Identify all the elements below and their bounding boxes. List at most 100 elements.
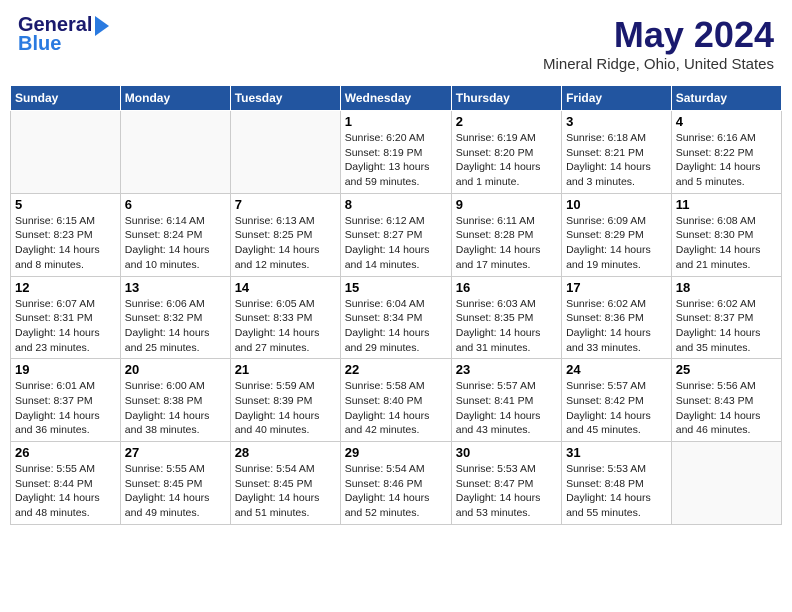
weekday-header-wednesday: Wednesday — [340, 86, 451, 111]
day-number: 12 — [15, 280, 116, 295]
calendar-cell: 12 Sunrise: 6:07 AMSunset: 8:31 PMDayligh… — [11, 276, 121, 359]
calendar-cell: 22Sunrise: 5:58 AMSunset: 8:40 PMDayligh… — [340, 359, 451, 442]
day-info: Sunrise: 6:02 AMSunset: 8:36 PMDaylight:… — [566, 297, 667, 356]
title-area: May 2024 Mineral Ridge, Ohio, United Sta… — [543, 14, 774, 73]
day-number: 3 — [566, 114, 667, 129]
weekday-header-saturday: Saturday — [671, 86, 781, 111]
calendar-cell — [230, 111, 340, 194]
calendar-cell: 2Sunrise: 6:19 AMSunset: 8:20 PMDaylight… — [451, 111, 561, 194]
calendar-week-row: 12 Sunrise: 6:07 AMSunset: 8:31 PMDayligh… — [11, 276, 782, 359]
day-info: Sunrise: 5:55 AMSunset: 8:45 PMDaylight:… — [125, 462, 226, 521]
day-number: 10 — [566, 197, 667, 212]
day-number: 8 — [345, 197, 447, 212]
calendar-cell: 16 Sunrise: 6:03 AMSunset: 8:35 PMDayligh… — [451, 276, 561, 359]
calendar-week-row: 5Sunrise: 6:15 AMSunset: 8:23 PMDaylight… — [11, 193, 782, 276]
day-number: 6 — [125, 197, 226, 212]
calendar-cell: 25 Sunrise: 5:56 AMSunset: 8:43 PMDayligh… — [671, 359, 781, 442]
day-number: 20 — [125, 362, 226, 377]
day-number: 25 — [676, 362, 777, 377]
day-info: Sunrise: 5:53 AMSunset: 8:48 PMDaylight:… — [566, 462, 667, 521]
day-info: Sunrise: 6:00 AMSunset: 8:38 PMDaylight:… — [125, 379, 226, 438]
calendar-header-row: SundayMondayTuesdayWednesdayThursdayFrid… — [11, 86, 782, 111]
day-info: Sunrise: 6:20 AMSunset: 8:19 PMDaylight:… — [345, 131, 447, 190]
calendar-cell: 9 Sunrise: 6:11 AMSunset: 8:28 PMDaylight… — [451, 193, 561, 276]
calendar-cell: 28 Sunrise: 5:54 AMSunset: 8:45 PMDayligh… — [230, 442, 340, 525]
day-info: Sunrise: 6:13 AMSunset: 8:25 PMDaylight:… — [235, 214, 336, 273]
page-header: General Blue May 2024 Mineral Ridge, Ohi… — [10, 10, 782, 77]
weekday-header-thursday: Thursday — [451, 86, 561, 111]
day-number: 24 — [566, 362, 667, 377]
day-number: 22 — [345, 362, 447, 377]
day-info: Sunrise: 5:54 AMSunset: 8:46 PMDaylight:… — [345, 462, 447, 521]
day-number: 28 — [235, 445, 336, 460]
logo: General Blue — [18, 14, 109, 56]
calendar-cell — [120, 111, 230, 194]
calendar-week-row: 19Sunrise: 6:01 AMSunset: 8:37 PMDayligh… — [11, 359, 782, 442]
calendar-cell: 3Sunrise: 6:18 AMSunset: 8:21 PMDaylight… — [562, 111, 672, 194]
logo-arrow-icon — [95, 16, 109, 36]
day-number: 29 — [345, 445, 447, 460]
day-number: 7 — [235, 197, 336, 212]
day-info: Sunrise: 6:07 AMSunset: 8:31 PMDaylight:… — [15, 297, 116, 356]
calendar-week-row: 26 Sunrise: 5:55 AMSunset: 8:44 PMDayligh… — [11, 442, 782, 525]
day-info: Sunrise: 5:57 AMSunset: 8:41 PMDaylight:… — [456, 379, 557, 438]
calendar-cell: 13 Sunrise: 6:06 AMSunset: 8:32 PMDayligh… — [120, 276, 230, 359]
weekday-header-tuesday: Tuesday — [230, 86, 340, 111]
day-number: 15 — [345, 280, 447, 295]
day-number: 2 — [456, 114, 557, 129]
day-number: 27 — [125, 445, 226, 460]
calendar-week-row: 1 Sunrise: 6:20 AMSunset: 8:19 PMDaylight… — [11, 111, 782, 194]
calendar-cell: 31Sunrise: 5:53 AMSunset: 8:48 PMDayligh… — [562, 442, 672, 525]
day-info: Sunrise: 5:57 AMSunset: 8:42 PMDaylight:… — [566, 379, 667, 438]
calendar-cell: 30 Sunrise: 5:53 AMSunset: 8:47 PMDayligh… — [451, 442, 561, 525]
day-info: Sunrise: 6:06 AMSunset: 8:32 PMDaylight:… — [125, 297, 226, 356]
day-info: Sunrise: 5:53 AMSunset: 8:47 PMDaylight:… — [456, 462, 557, 521]
calendar-cell: 7 Sunrise: 6:13 AMSunset: 8:25 PMDaylight… — [230, 193, 340, 276]
day-number: 11 — [676, 197, 777, 212]
day-number: 26 — [15, 445, 116, 460]
day-info: Sunrise: 6:14 AMSunset: 8:24 PMDaylight:… — [125, 214, 226, 273]
location-text: Mineral Ridge, Ohio, United States — [543, 56, 774, 73]
calendar-cell: 6 Sunrise: 6:14 AMSunset: 8:24 PMDaylight… — [120, 193, 230, 276]
day-number: 21 — [235, 362, 336, 377]
day-number: 13 — [125, 280, 226, 295]
calendar-cell: 5Sunrise: 6:15 AMSunset: 8:23 PMDaylight… — [11, 193, 121, 276]
day-number: 16 — [456, 280, 557, 295]
calendar-cell: 18 Sunrise: 6:02 AMSunset: 8:37 PMDayligh… — [671, 276, 781, 359]
day-info: Sunrise: 5:59 AMSunset: 8:39 PMDaylight:… — [235, 379, 336, 438]
day-info: Sunrise: 5:55 AMSunset: 8:44 PMDaylight:… — [15, 462, 116, 521]
day-info: Sunrise: 6:11 AMSunset: 8:28 PMDaylight:… — [456, 214, 557, 273]
calendar-table: SundayMondayTuesdayWednesdayThursdayFrid… — [10, 85, 782, 525]
day-number: 1 — [345, 114, 447, 129]
day-info: Sunrise: 5:56 AMSunset: 8:43 PMDaylight:… — [676, 379, 777, 438]
calendar-cell: 21 Sunrise: 5:59 AMSunset: 8:39 PMDayligh… — [230, 359, 340, 442]
calendar-cell: 23 Sunrise: 5:57 AMSunset: 8:41 PMDayligh… — [451, 359, 561, 442]
day-info: Sunrise: 6:16 AMSunset: 8:22 PMDaylight:… — [676, 131, 777, 190]
calendar-cell: 29 Sunrise: 5:54 AMSunset: 8:46 PMDayligh… — [340, 442, 451, 525]
calendar-cell: 1 Sunrise: 6:20 AMSunset: 8:19 PMDaylight… — [340, 111, 451, 194]
day-info: Sunrise: 6:09 AMSunset: 8:29 PMDaylight:… — [566, 214, 667, 273]
calendar-cell — [671, 442, 781, 525]
day-number: 18 — [676, 280, 777, 295]
day-number: 9 — [456, 197, 557, 212]
day-info: Sunrise: 6:04 AMSunset: 8:34 PMDaylight:… — [345, 297, 447, 356]
day-number: 4 — [676, 114, 777, 129]
day-info: Sunrise: 6:03 AMSunset: 8:35 PMDaylight:… — [456, 297, 557, 356]
month-title: May 2024 — [543, 14, 774, 56]
calendar-cell: 14 Sunrise: 6:05 AMSunset: 8:33 PMDayligh… — [230, 276, 340, 359]
weekday-header-friday: Friday — [562, 86, 672, 111]
calendar-cell: 11Sunrise: 6:08 AMSunset: 8:30 PMDayligh… — [671, 193, 781, 276]
day-info: Sunrise: 6:01 AMSunset: 8:37 PMDaylight:… — [15, 379, 116, 438]
calendar-cell: 26 Sunrise: 5:55 AMSunset: 8:44 PMDayligh… — [11, 442, 121, 525]
day-number: 30 — [456, 445, 557, 460]
day-number: 23 — [456, 362, 557, 377]
day-number: 17 — [566, 280, 667, 295]
calendar-cell: 24 Sunrise: 5:57 AMSunset: 8:42 PMDayligh… — [562, 359, 672, 442]
day-info: Sunrise: 6:12 AMSunset: 8:27 PMDaylight:… — [345, 214, 447, 273]
weekday-header-sunday: Sunday — [11, 86, 121, 111]
weekday-header-monday: Monday — [120, 86, 230, 111]
day-info: Sunrise: 6:02 AMSunset: 8:37 PMDaylight:… — [676, 297, 777, 356]
day-info: Sunrise: 6:05 AMSunset: 8:33 PMDaylight:… — [235, 297, 336, 356]
day-number: 14 — [235, 280, 336, 295]
day-info: Sunrise: 5:54 AMSunset: 8:45 PMDaylight:… — [235, 462, 336, 521]
